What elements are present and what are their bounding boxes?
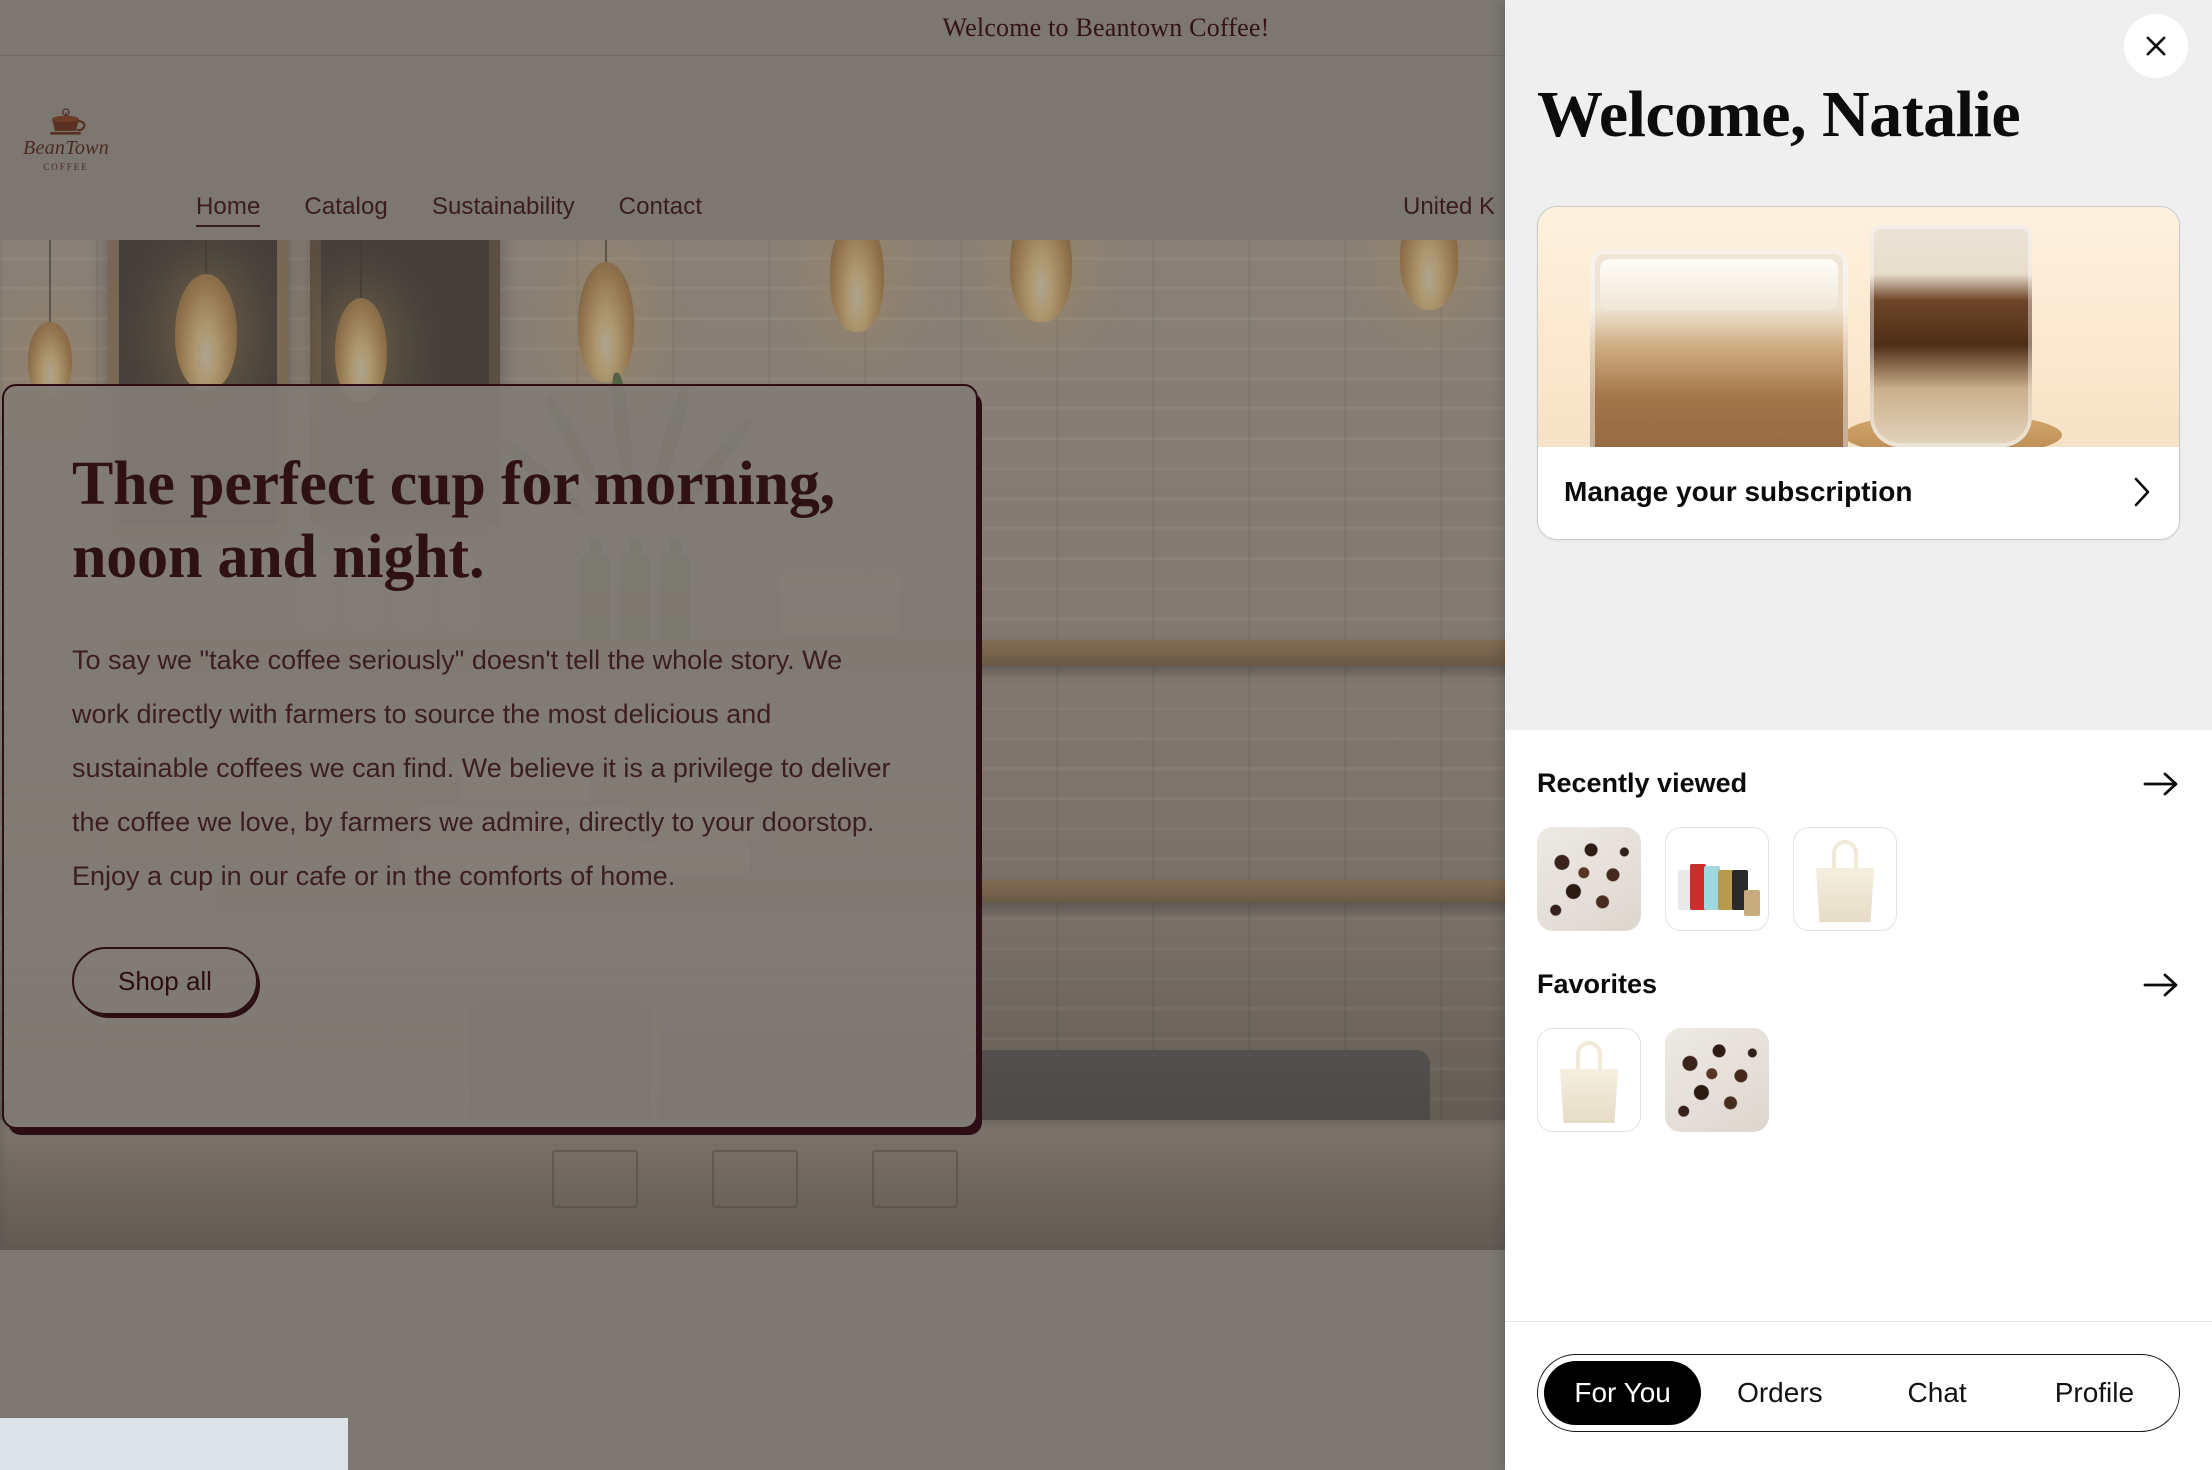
hero-title: The perfect cup for morning, noon and ni… [72, 450, 835, 591]
section-title-recently-viewed: Recently viewed [1537, 768, 1748, 798]
panel-header: Welcome, Natalie Manage your subscriptio… [1505, 0, 2212, 730]
nav-item-home[interactable]: Home [196, 193, 261, 227]
subscription-row[interactable]: Manage your subscription [1538, 447, 2179, 539]
brand-logo[interactable]: BeanTown COFFEE [10, 95, 122, 183]
tab-for-you[interactable]: For You [1544, 1361, 1702, 1425]
tab-orders[interactable]: Orders [1701, 1361, 1858, 1425]
subscription-card[interactable]: Manage your subscription [1537, 206, 2180, 540]
announcement-text: Welcome to Beantown Coffee! [942, 12, 1270, 42]
section-header-recently-viewed: Recently viewed [1537, 730, 2180, 827]
bottom-left-panel [0, 1418, 348, 1470]
list-item[interactable] [1793, 827, 1897, 931]
tab-group: For You Orders Chat Profile [1537, 1354, 2180, 1432]
nav-item-catalog[interactable]: Catalog [304, 193, 387, 221]
nav-item-contact[interactable]: Contact [619, 193, 702, 221]
coffee-cup-icon [44, 107, 88, 137]
list-item[interactable] [1665, 1028, 1769, 1132]
shop-all-button[interactable]: Shop all [72, 947, 258, 1016]
section-title-favorites: Favorites [1537, 969, 1658, 999]
tab-profile[interactable]: Profile [2016, 1361, 2173, 1425]
hero-body: To say we "take coffee seriously" doesn'… [72, 645, 891, 892]
section-header-favorites: Favorites [1537, 931, 2180, 1028]
panel-greeting: Welcome, Natalie [1537, 78, 2021, 151]
arrow-right-icon[interactable] [2142, 769, 2180, 799]
hero-card: The perfect cup for morning, noon and ni… [2, 384, 978, 1129]
subscription-image [1538, 207, 2179, 447]
list-item[interactable] [1537, 827, 1641, 931]
close-icon[interactable] [2124, 14, 2188, 78]
primary-nav: Home Catalog Sustainability Contact [196, 193, 702, 227]
manage-subscription-label: Manage your subscription [1564, 476, 1913, 507]
brand-tagline: COFFEE [43, 161, 89, 172]
panel-tabbar: For You Orders Chat Profile [1505, 1321, 2212, 1470]
arrow-right-icon[interactable] [2142, 970, 2180, 1000]
panel-content: Recently viewed Favorites [1505, 730, 2212, 1321]
chevron-right-icon [2131, 475, 2153, 509]
tab-chat[interactable]: Chat [1859, 1361, 2016, 1425]
favorites-list [1537, 1028, 2180, 1132]
list-item[interactable] [1537, 1028, 1641, 1132]
nav-item-sustainability[interactable]: Sustainability [432, 193, 575, 221]
brand-name: BeanTown [22, 136, 110, 159]
locale-selector[interactable]: United K [1403, 193, 1495, 221]
list-item[interactable] [1665, 827, 1769, 931]
recently-viewed-list [1537, 827, 2180, 931]
account-side-panel: Welcome, Natalie Manage your subscriptio… [1505, 0, 2212, 1470]
